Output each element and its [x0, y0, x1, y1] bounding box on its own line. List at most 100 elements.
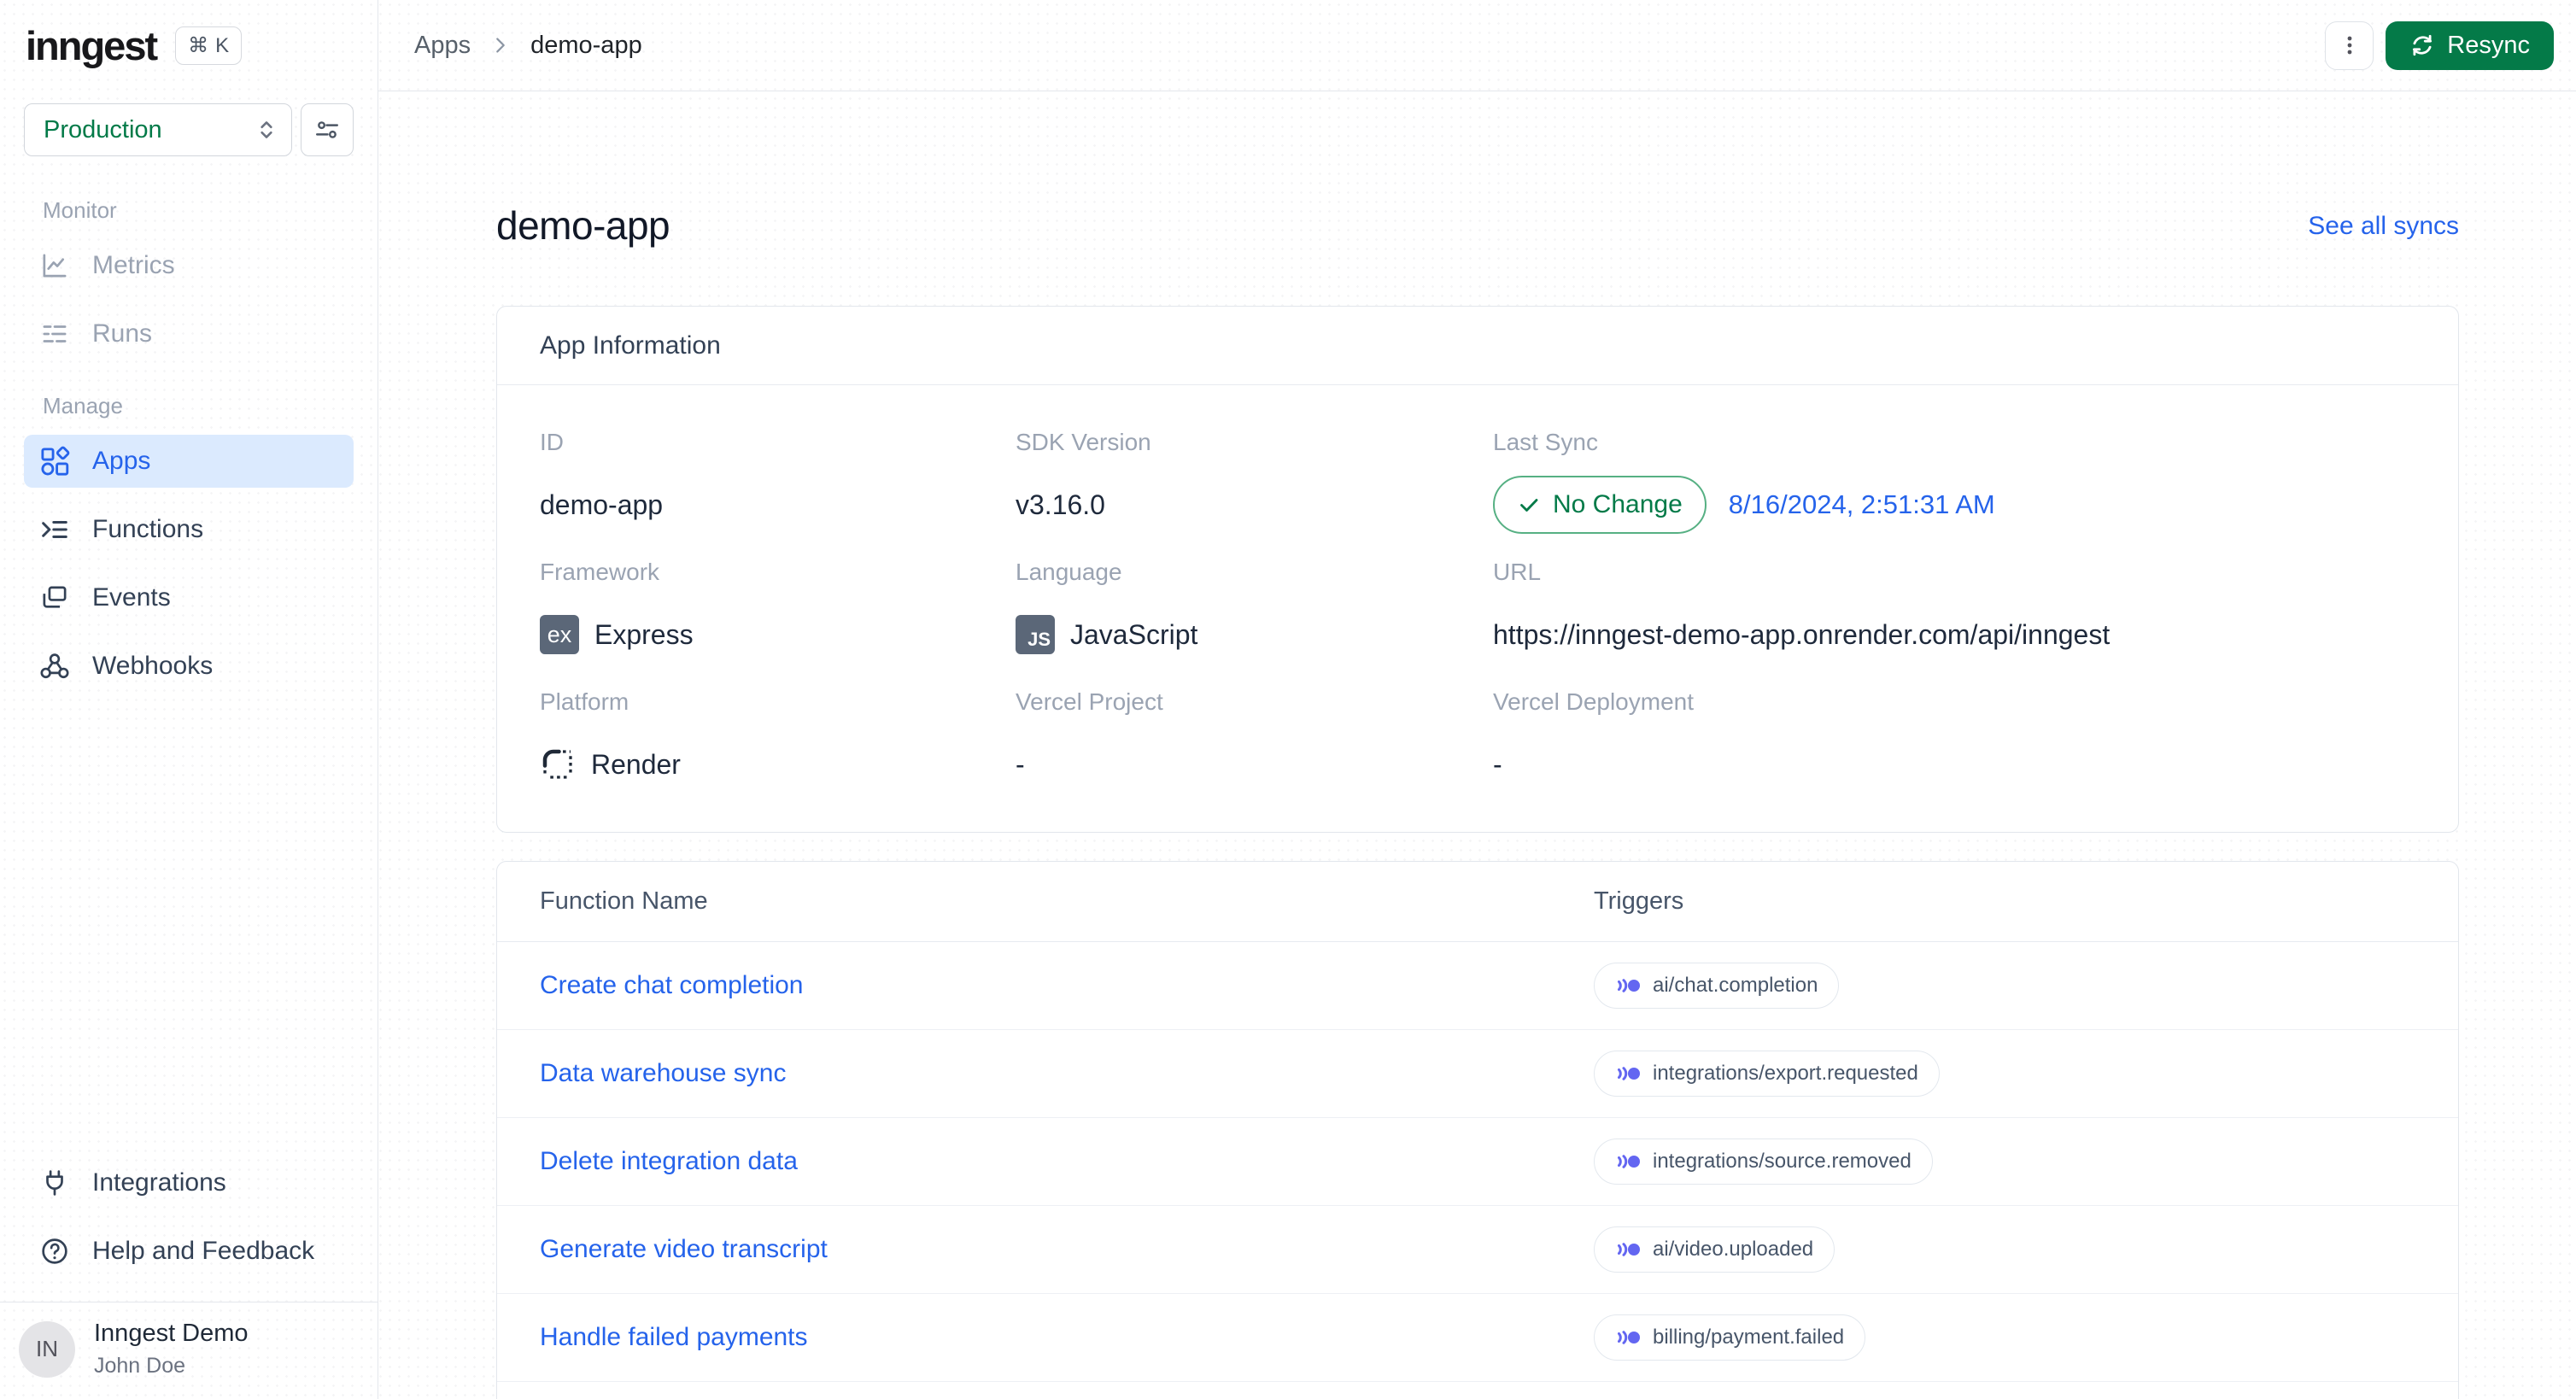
resync-button[interactable]: Resync [2386, 20, 2554, 70]
field-value-text: - [1493, 748, 1502, 780]
profile-org-name: Inngest Demo [94, 1320, 249, 1347]
kebab-icon [2347, 36, 2352, 55]
environment-filter-button[interactable] [301, 103, 354, 156]
field-platform: Platform Render [540, 688, 1016, 794]
field-label: SDK Version [1016, 429, 1151, 455]
field-value: - [1016, 735, 1493, 794]
see-all-syncs-link[interactable]: See all syncs [2308, 212, 2459, 241]
field-value: - [1493, 735, 2415, 794]
field-label: Framework [540, 559, 660, 585]
page-title: demo-app [496, 203, 670, 248]
command-k-shortcut[interactable]: ⌘ K [175, 26, 243, 65]
field-value-text: Express [594, 618, 694, 650]
inngest-logo: inngest [26, 23, 158, 68]
events-icon [43, 586, 67, 608]
field-value: No Change 8/16/2024, 2:51:31 AM [1493, 475, 2415, 535]
field-framework: Framework ex Express [540, 558, 1016, 664]
command-icon: ⌘ [188, 34, 209, 57]
trigger-pill[interactable]: billing/payment.failed [1594, 1314, 1866, 1361]
render-icon [542, 749, 572, 779]
field-value-text: JavaScript [1070, 618, 1198, 650]
function-name-link[interactable]: Handle failed payments [540, 1323, 808, 1352]
sidebar-nav: Monitor Metrics Runs Manage Apps Functio… [0, 156, 378, 708]
field-language: Language JS JavaScript [1016, 558, 1493, 664]
environment-select[interactable]: Production [24, 103, 292, 156]
trigger-label: ai/video.uploaded [1653, 1238, 1814, 1261]
field-sdk-version: SDK Version v3.16.0 [1016, 428, 1493, 535]
webhooks-icon [40, 653, 69, 679]
metrics-icon [43, 254, 67, 278]
function-name-link[interactable]: Generate video transcript [540, 1235, 828, 1264]
sidebar-section-monitor: Monitor Metrics Runs [24, 197, 354, 360]
column-header-triggers: Triggers [1594, 887, 1684, 915]
breadcrumb: Apps demo-app [414, 32, 642, 60]
express-icon: ex [540, 615, 579, 654]
function-table-row: Handle failed payments billing/payment.f… [497, 1294, 2458, 1382]
field-value: Render [540, 735, 1016, 794]
sidebar-section-manage: Manage Apps Functions Events Webhooks [24, 393, 354, 693]
page-content: demo-app See all syncs App Information I… [378, 91, 2576, 1399]
field-url: URL https://inngest-demo-app.onrender.co… [1493, 558, 2415, 664]
field-vercel-deployment: Vercel Deployment - [1493, 688, 2415, 794]
functions-table-card: Function Name Triggers Create chat compl… [496, 861, 2459, 1399]
avatar: IN [19, 1320, 75, 1378]
field-id: ID demo-app [540, 428, 1016, 535]
trigger-pill[interactable]: ai/chat.completion [1594, 963, 1840, 1009]
event-trigger-icon [1618, 979, 1640, 992]
sidebar-item-runs[interactable]: Runs [24, 307, 354, 360]
sidebar: inngest ⌘ K Production Monitor Metrics Ru… [0, 0, 378, 1399]
function-name-link[interactable]: Data warehouse sync [540, 1059, 787, 1088]
app-actions-menu-button[interactable] [2325, 20, 2374, 70]
sidebar-section-label: Monitor [43, 197, 117, 223]
field-value-text: v3.16.0 [1016, 489, 1105, 520]
sidebar-item-label: Help and Feedback [92, 1237, 315, 1265]
field-label: URL [1493, 559, 1542, 585]
trigger-label: ai/chat.completion [1653, 974, 1818, 997]
function-table-row: Generate video transcript ai/video.uploa… [497, 1206, 2458, 1294]
integrations-icon [46, 1170, 63, 1196]
breadcrumb-apps[interactable]: Apps [414, 32, 471, 60]
field-label: Vercel Project [1016, 688, 1163, 715]
profile-menu[interactable]: IN Inngest Demo John Doe [0, 1302, 378, 1399]
trigger-pill[interactable]: ai/video.uploaded [1594, 1226, 1835, 1273]
function-name-link[interactable]: Create chat completion [540, 971, 804, 1000]
last-sync-date-link[interactable]: 8/16/2024, 2:51:31 AM [1729, 489, 1995, 520]
field-value-text: Render [591, 748, 681, 780]
app-information-card: App Information ID demo-app SDK Version … [496, 306, 2459, 833]
field-vercel-project: Vercel Project - [1016, 688, 1493, 794]
function-name-link[interactable]: Delete integration data [540, 1147, 798, 1176]
sidebar-item-integrations[interactable]: Integrations [24, 1156, 354, 1209]
sidebar-item-label: Integrations [92, 1168, 226, 1197]
field-label: Last Sync [1493, 429, 1598, 455]
runs-icon [43, 325, 67, 342]
trigger-pill[interactable]: integrations/source.removed [1594, 1139, 1933, 1185]
sidebar-item-label: Webhooks [92, 652, 214, 680]
sidebar-item-help-and-feedback[interactable]: Help and Feedback [24, 1225, 354, 1278]
field-label: ID [540, 429, 564, 455]
field-label: Platform [540, 688, 629, 715]
filter-icon [315, 121, 339, 138]
sidebar-item-functions[interactable]: Functions [24, 503, 354, 556]
functions-icon [42, 521, 67, 538]
sidebar-item-apps[interactable]: Apps [24, 435, 354, 488]
environment-value: Production [44, 115, 162, 143]
trigger-pill[interactable]: integrations/export.requested [1594, 1051, 1940, 1097]
function-table-row: Delete integration data integrations/sou… [497, 1118, 2458, 1206]
apps-icon [41, 446, 70, 476]
field-value: demo-app [540, 475, 1016, 535]
field-value: ex Express [540, 605, 1016, 664]
field-label: Vercel Deployment [1493, 688, 1695, 715]
function-table-row: Create chat completion ai/chat.completio… [497, 942, 2458, 1030]
select-chevrons-icon [261, 121, 272, 138]
trigger-label: integrations/source.removed [1653, 1150, 1912, 1173]
event-trigger-icon [1618, 1155, 1640, 1168]
logo-row: inngest ⌘ K [0, 0, 378, 69]
environment-row: Production [0, 69, 378, 156]
field-value-text: - [1016, 748, 1025, 780]
sidebar-item-events[interactable]: Events [24, 571, 354, 624]
sidebar-item-label: Apps [92, 447, 151, 475]
sidebar-item-webhooks[interactable]: Webhooks [24, 640, 354, 693]
sidebar-item-metrics[interactable]: Metrics [24, 239, 354, 292]
sidebar-footer-nav: Integrations Help and Feedback [0, 1156, 378, 1302]
sidebar-item-label: Runs [92, 319, 153, 348]
